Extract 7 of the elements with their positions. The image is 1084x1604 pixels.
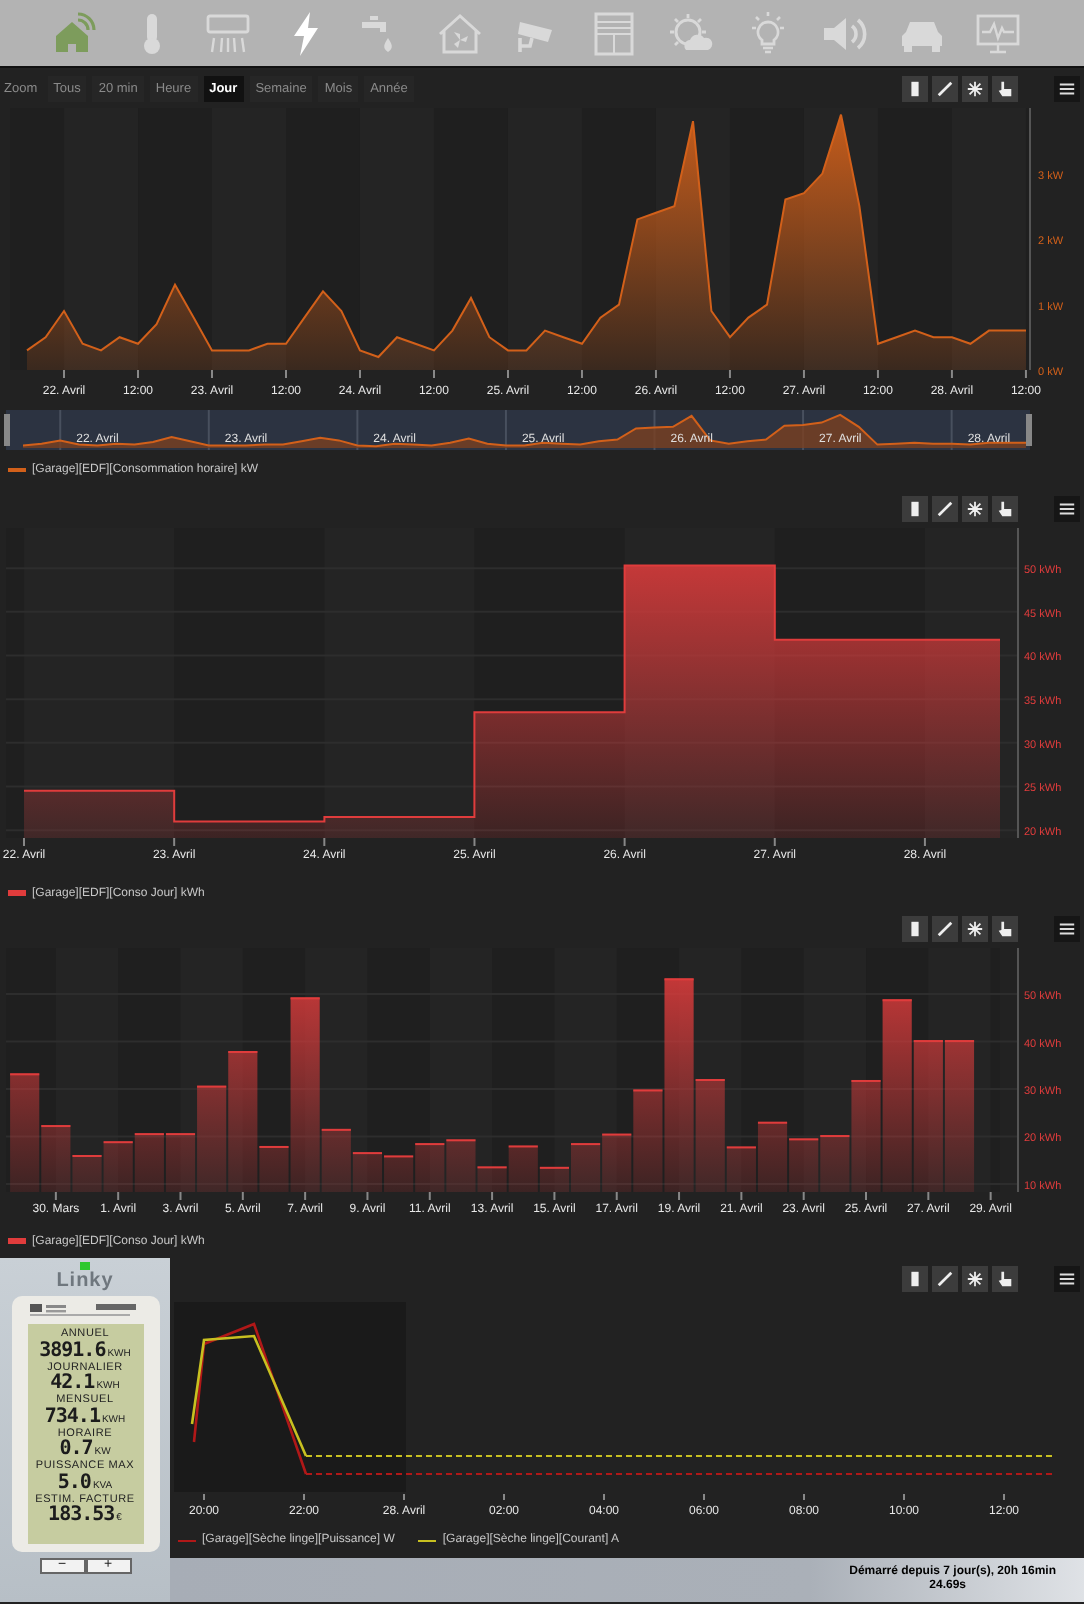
reading-value: 3891.6: [39, 1341, 106, 1361]
reading-value: 734.1: [44, 1407, 100, 1427]
reading-value: 183.53: [48, 1506, 115, 1526]
linky-title: Linky: [56, 1270, 114, 1292]
reading-value: 42.1: [50, 1374, 95, 1394]
reading-value: 5.0: [57, 1473, 91, 1493]
reading-value: 0.7: [59, 1440, 93, 1460]
